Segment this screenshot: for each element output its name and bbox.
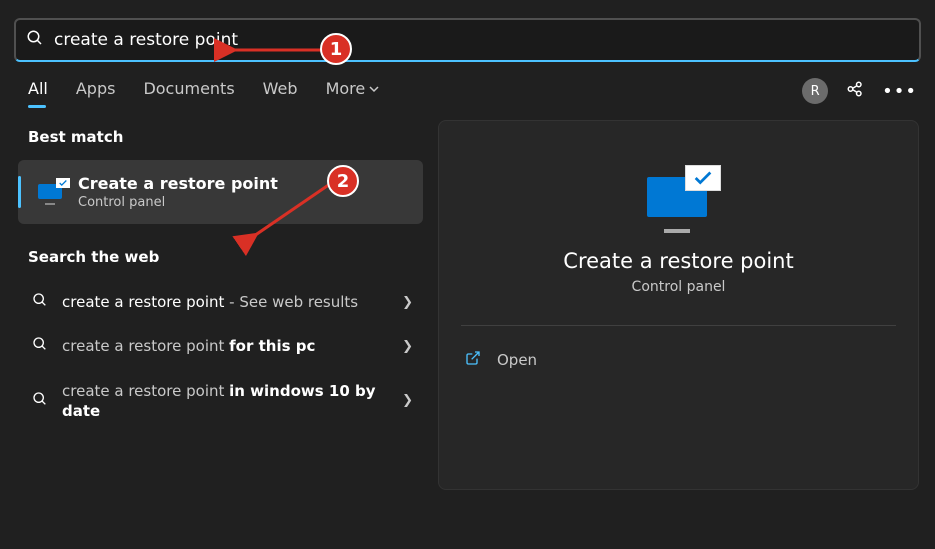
best-match-result[interactable]: Create a restore point Control panel [18,160,423,224]
web-result[interactable]: create a restore point in windows 10 by … [18,369,423,434]
search-icon [26,29,44,51]
chevron-right-icon: ❯ [402,339,413,354]
web-result-text: create a restore point in windows 10 by … [62,381,388,422]
tabs: All Apps Documents Web More [28,79,379,104]
annotation-callout-2: 2 [327,165,359,197]
detail-subtitle: Control panel [632,279,726,295]
search-icon [32,391,48,411]
search-icon [32,292,48,312]
detail-panel: Create a restore point Control panel Ope… [438,120,919,490]
monitor-restore-icon-large [643,165,715,227]
chevron-right-icon: ❯ [402,393,413,408]
detail-title: Create a restore point [563,249,793,273]
chevron-right-icon: ❯ [402,295,413,310]
monitor-restore-icon [38,181,66,203]
tab-more[interactable]: More [326,79,380,104]
search-icon [32,336,48,356]
annotation-callout-1: 1 [320,33,352,65]
tab-more-label: More [326,79,366,98]
tab-documents[interactable]: Documents [143,79,234,104]
web-result[interactable]: create a restore point for this pc ❯ [18,324,423,368]
tab-all[interactable]: All [28,79,48,104]
search-web-header: Search the web [28,248,423,266]
tab-apps[interactable]: Apps [76,79,116,104]
divider [461,325,896,326]
web-result[interactable]: create a restore point - See web results… [18,280,423,324]
best-match-header: Best match [28,128,423,146]
chevron-down-icon [369,79,379,98]
share-icon[interactable] [846,80,864,102]
more-options-icon[interactable]: ••• [882,81,917,102]
tab-web[interactable]: Web [263,79,298,104]
search-input[interactable] [54,30,909,50]
annotation-arrow-2 [248,178,338,248]
open-button[interactable]: Open [461,340,896,380]
avatar[interactable]: R [802,78,828,104]
search-bar[interactable] [14,18,921,62]
web-result-text: create a restore point - See web results [62,292,388,312]
annotation-arrow-1 [226,40,326,60]
open-external-icon [465,350,481,370]
web-result-text: create a restore point for this pc [62,336,388,356]
open-label: Open [497,351,537,369]
